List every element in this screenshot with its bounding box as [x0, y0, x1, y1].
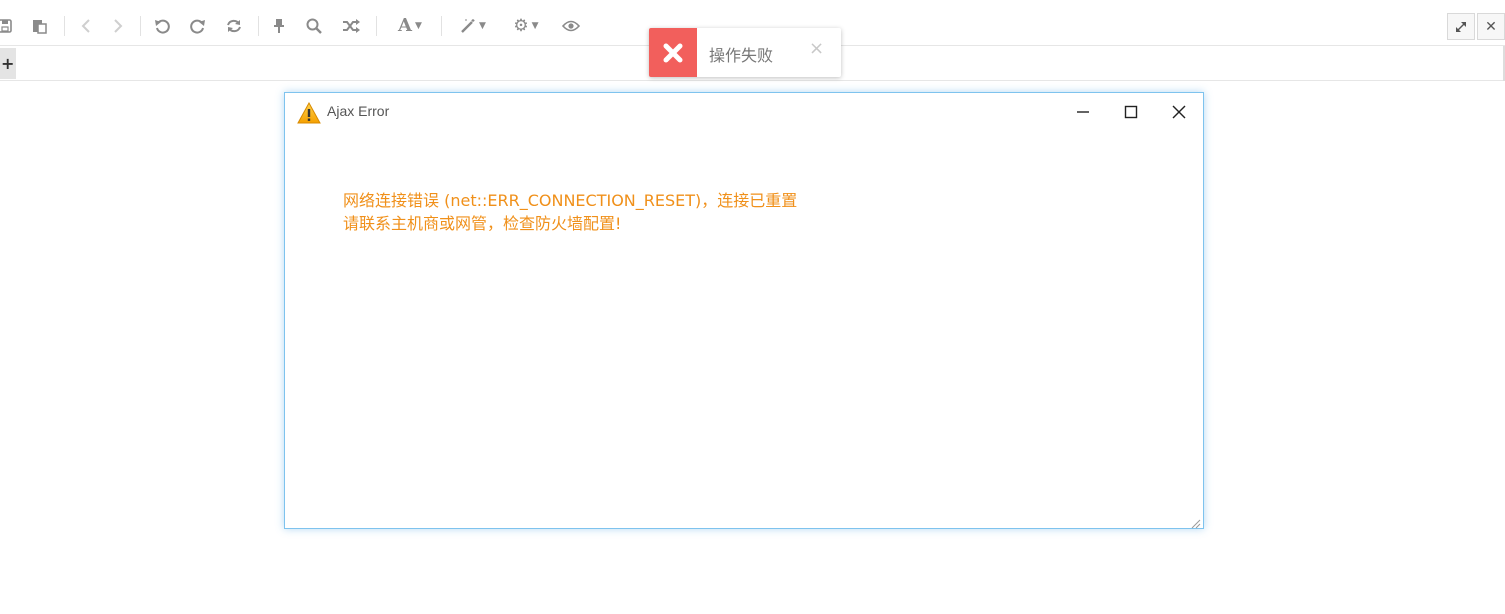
toolbar-separator [64, 16, 65, 36]
refresh-icon[interactable] [223, 14, 245, 38]
back-icon[interactable] [75, 14, 97, 38]
magic-wand-icon[interactable]: ▼ [454, 14, 492, 38]
toolbar-separator [140, 16, 141, 36]
gear-icon[interactable]: ⚙ ▼ [507, 14, 545, 38]
error-toast: 操作失败 × [649, 28, 841, 77]
shuffle-icon[interactable] [340, 14, 362, 38]
dialog-close-icon[interactable] [1163, 99, 1195, 125]
search-icon[interactable] [303, 14, 325, 38]
toast-message: 操作失败 [709, 46, 774, 65]
forward-icon[interactable] [107, 14, 129, 38]
dialog-message: 网络连接错误 (net::ERR_CONNECTION_RESET)，连接已重置… [343, 189, 797, 235]
toolbar-separator [258, 16, 259, 36]
redo-icon[interactable] [187, 14, 209, 38]
close-icon[interactable]: ✕ [1477, 13, 1505, 40]
error-x-icon [649, 28, 697, 77]
toolbar-separator [441, 16, 442, 36]
resize-grip-icon[interactable] [1189, 514, 1201, 529]
warning-icon [297, 101, 321, 124]
toolbar-separator [376, 16, 377, 36]
expand-icon[interactable] [1447, 13, 1475, 40]
save-icon[interactable] [0, 14, 16, 38]
dialog-title: Ajax Error [327, 103, 390, 119]
error-message-line: 网络连接错误 (net::ERR_CONNECTION_RESET)，连接已重置 [343, 191, 798, 210]
maximize-icon[interactable] [1115, 99, 1147, 125]
pin-icon[interactable] [268, 14, 290, 38]
font-icon[interactable]: A ▼ [391, 14, 429, 38]
eye-icon[interactable] [560, 14, 582, 38]
toast-close-button[interactable]: × [809, 38, 824, 59]
undo-icon[interactable] [151, 14, 173, 38]
minimize-icon[interactable] [1067, 99, 1099, 125]
add-tab-button[interactable]: + [0, 48, 16, 79]
paste-icon[interactable] [28, 14, 50, 38]
ajax-error-dialog: Ajax Error 网络连接错误 (net::ERR_CONNECTION_R… [284, 92, 1204, 529]
error-message-line: 请联系主机商或网管，检查防火墙配置! [343, 214, 622, 233]
